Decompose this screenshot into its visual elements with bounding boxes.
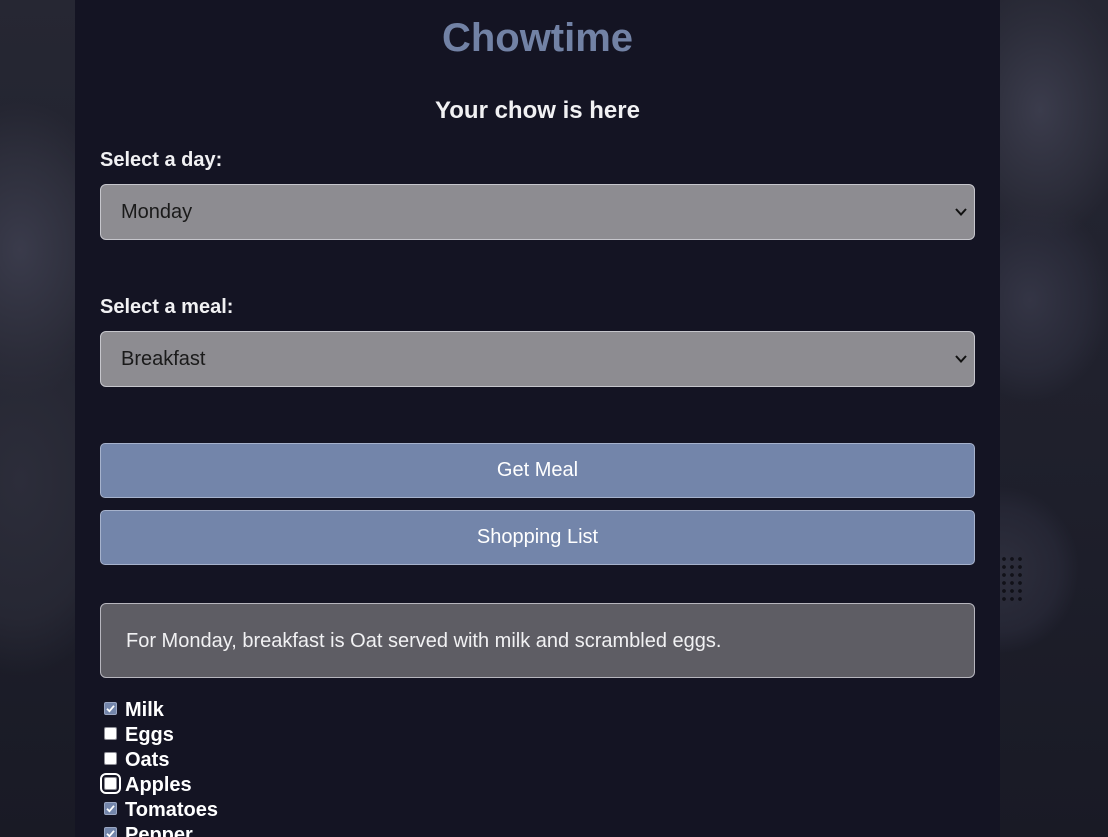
checkbox[interactable] (104, 702, 117, 715)
shopping-list-button[interactable]: Shopping List (100, 510, 975, 565)
list-item[interactable]: Eggs (104, 723, 304, 748)
meal-result-box: For Monday, breakfast is Oat served with… (100, 603, 975, 678)
chevron-down-icon (954, 202, 968, 222)
app-title: Chowtime (441, 16, 634, 60)
list-item-label: Milk (125, 699, 164, 721)
main-panel: Chowtime Your chow is here Select a day:… (75, 0, 1000, 837)
checkbox[interactable] (104, 752, 117, 765)
day-select-label: Select a day: (100, 149, 223, 171)
list-item[interactable]: Pepper (104, 823, 304, 837)
meal-select[interactable]: Breakfast (100, 331, 975, 387)
checkmark-icon (106, 830, 115, 837)
list-item[interactable]: Tomatoes (104, 798, 304, 823)
checkmark-icon (106, 705, 115, 713)
checkbox[interactable] (104, 727, 117, 740)
list-item[interactable]: Milk (104, 698, 304, 723)
list-item-label: Eggs (125, 724, 174, 746)
list-item-label: Pepper (125, 824, 193, 837)
chevron-down-icon (954, 349, 968, 369)
day-select[interactable]: Monday (100, 184, 975, 240)
meal-select-label: Select a meal: (100, 296, 234, 318)
list-item[interactable]: Apples (100, 773, 304, 798)
checkbox[interactable] (104, 802, 117, 815)
meal-select-value: Breakfast (121, 348, 206, 370)
page-subtitle: Your chow is here (435, 97, 640, 124)
checkmark-icon (106, 805, 115, 813)
list-item[interactable]: Oats (104, 748, 304, 773)
list-item-label: Tomatoes (125, 799, 218, 821)
list-item-label: Oats (125, 749, 170, 771)
checkbox[interactable] (100, 773, 121, 794)
background-image-detail (1000, 555, 1026, 605)
get-meal-button[interactable]: Get Meal (100, 443, 975, 498)
day-select-value: Monday (121, 201, 193, 223)
list-item-label: Apples (125, 774, 192, 796)
meal-result-text: For Monday, breakfast is Oat served with… (126, 630, 722, 652)
checkbox[interactable] (104, 827, 117, 837)
